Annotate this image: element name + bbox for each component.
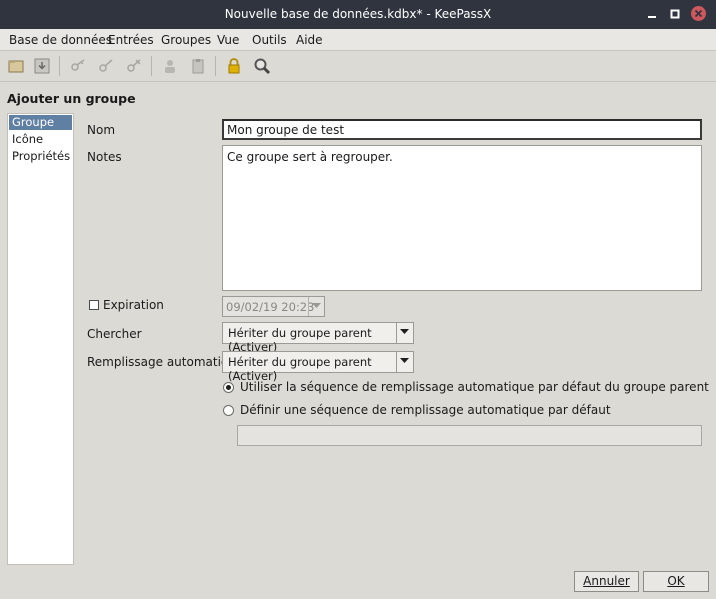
inherit-sequence-radio[interactable] [223,382,234,393]
key-edit-icon [99,59,113,72]
category-item-group[interactable]: Groupe [9,115,72,130]
menu-database[interactable]: Base de données [9,33,112,47]
name-field-value: Mon groupe de test [227,123,345,137]
open-database-button[interactable] [6,56,26,76]
custom-sequence-label: Définir une séquence de remplissage auto… [240,403,611,417]
folder-icon [8,60,24,73]
search-dropdown-button[interactable] [396,323,413,343]
autotype-select[interactable]: Hériter du groupe parent (Activer) [222,351,414,383]
menu-bar: Base de données Entrées Groupes Vue Outi… [0,29,716,51]
search-button[interactable] [252,56,272,76]
maximize-button[interactable] [668,7,682,21]
menu-entries[interactable]: Entrées [108,33,154,47]
category-item-icon[interactable]: Icône [9,132,72,147]
key-add-icon [71,59,85,71]
menu-help[interactable]: Aide [296,33,323,47]
menu-view[interactable]: Vue [217,33,239,47]
search-select[interactable]: Hériter du groupe parent (Activer) [222,322,414,354]
edit-entry-button[interactable] [96,56,116,76]
toolbar-separator [59,56,60,76]
chevron-down-icon [400,329,409,334]
clipboard-icon [192,59,204,74]
close-icon [694,9,703,18]
ok-button-label: OK [667,574,685,588]
copy-username-button[interactable] [160,56,180,76]
delete-entry-button[interactable] [124,56,144,76]
expiration-date-value: 09/02/19 20:23 [226,300,315,314]
key-delete-icon [127,59,141,72]
expiration-dropdown-button[interactable] [308,297,324,316]
chevron-down-icon [400,358,409,363]
expiration-checkbox[interactable] [89,300,99,310]
category-list: Groupe Icône Propriétés [7,113,74,565]
inherit-sequence-label: Utiliser la séquence de remplissage auto… [240,380,709,394]
ok-button[interactable]: OK [643,571,709,592]
search-icon [254,58,271,75]
search-label: Chercher [87,327,142,341]
autotype-dropdown-button[interactable] [396,352,413,372]
sequence-input[interactable] [237,425,702,446]
autotype-label: Remplissage automatique [87,355,244,369]
notes-label: Notes [87,150,122,164]
lock-database-button[interactable] [224,56,244,76]
category-item-properties[interactable]: Propriétés [9,149,72,164]
save-icon [34,58,50,74]
window-title: Nouvelle base de données.kdbx* - KeePass… [224,7,492,21]
name-field[interactable]: Mon groupe de test [222,119,702,140]
toolbar [0,51,716,82]
radio-selected-dot [226,385,231,390]
minimize-icon [648,16,656,18]
notes-value: Ce groupe sert à regrouper. [227,150,393,164]
close-button[interactable] [691,6,706,21]
notes-textarea[interactable]: Ce groupe sert à regrouper. [222,145,702,291]
autotype-select-value: Hériter du groupe parent (Activer) [228,355,372,383]
custom-sequence-radio[interactable] [223,405,234,416]
expiration-label: Expiration [103,298,164,312]
search-select-value: Hériter du groupe parent (Activer) [228,326,372,354]
expiration-date-field[interactable]: 09/02/19 20:23 [222,296,325,317]
minimize-button[interactable] [645,7,659,21]
toolbar-separator [215,56,216,76]
title-bar: Nouvelle base de données.kdbx* - KeePass… [0,0,716,29]
save-database-button[interactable] [32,56,52,76]
chevron-down-icon [312,303,321,308]
user-copy-icon [165,60,175,73]
page-title: Ajouter un groupe [7,91,136,106]
cancel-button[interactable]: Annuler [574,571,639,592]
maximize-icon [670,9,680,19]
menu-groups[interactable]: Groupes [161,33,211,47]
add-entry-button[interactable] [68,56,88,76]
copy-password-button[interactable] [188,56,208,76]
menu-tools[interactable]: Outils [252,33,287,47]
cancel-button-label: Annuler [583,574,630,588]
name-label: Nom [87,123,116,137]
toolbar-separator [151,56,152,76]
lock-icon [228,58,240,74]
